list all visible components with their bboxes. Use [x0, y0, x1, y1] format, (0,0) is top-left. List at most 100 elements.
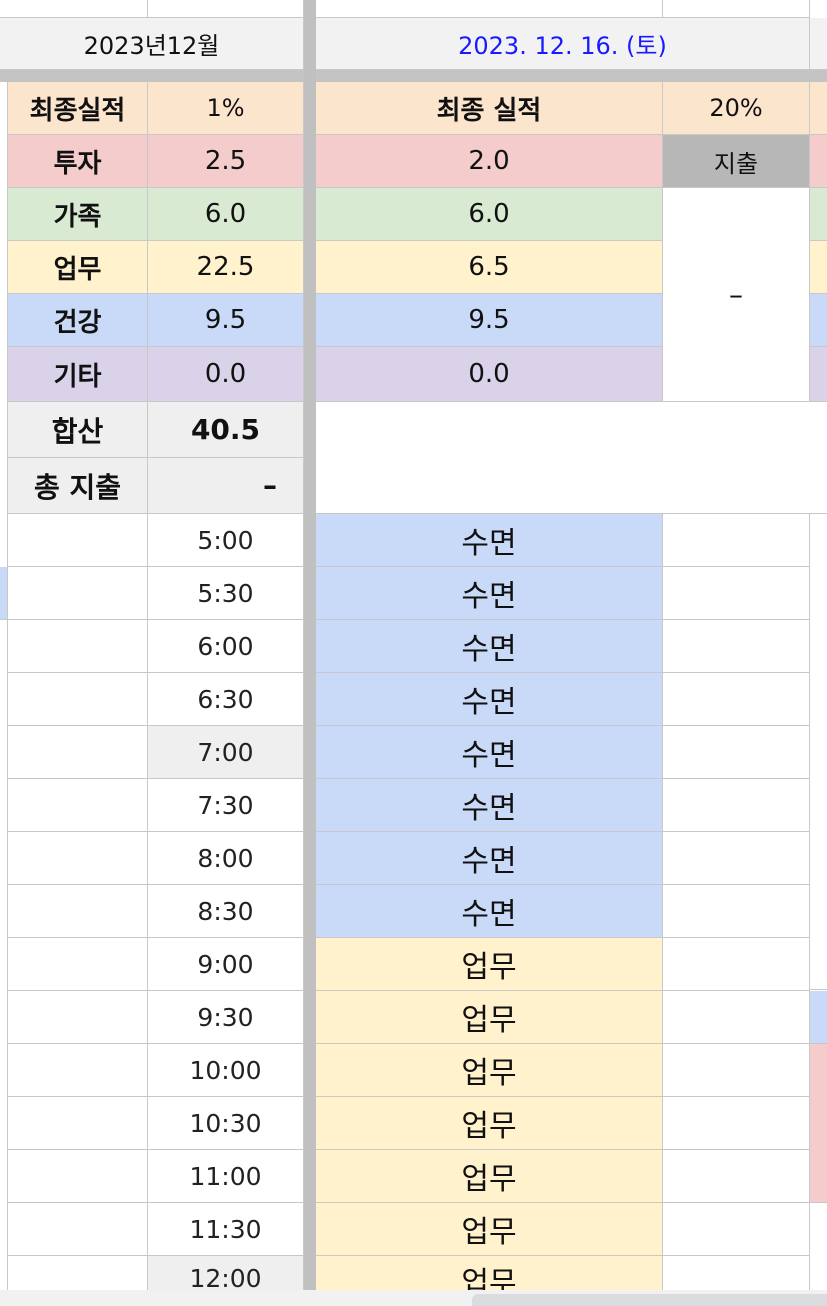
category-investment-label[interactable]: 투자	[8, 135, 148, 188]
activity-cell[interactable]: 수면	[316, 567, 663, 620]
spend-cell[interactable]	[663, 673, 810, 726]
activity-cell[interactable]: 수면	[316, 779, 663, 832]
month-header[interactable]: 2023년12월	[0, 18, 304, 70]
activity-cell[interactable]: 수면	[316, 885, 663, 938]
next-column-cell-blue[interactable]	[810, 991, 827, 1044]
horizontal-scrollbar-thumb[interactable]	[472, 1294, 827, 1306]
category-health-total[interactable]: 9.5	[148, 294, 304, 347]
next-investment-cell[interactable]	[810, 135, 827, 188]
cell-top-d[interactable]	[663, 0, 810, 18]
time-slot[interactable]: 9:00	[148, 938, 304, 991]
spend-cell[interactable]	[663, 1150, 810, 1203]
row-empty-cell[interactable]	[8, 991, 148, 1044]
activity-cell[interactable]: 수면	[316, 832, 663, 885]
spend-cell[interactable]	[663, 1097, 810, 1150]
time-slot[interactable]: 6:00	[148, 620, 304, 673]
next-column-cell-red[interactable]	[810, 1044, 827, 1203]
category-other-label[interactable]: 기타	[8, 347, 148, 402]
row-empty-cell[interactable]	[8, 567, 148, 620]
time-slot[interactable]: 5:00	[148, 514, 304, 567]
final-value[interactable]: 1%	[148, 82, 304, 135]
activity-cell[interactable]: 수면	[316, 673, 663, 726]
time-slot[interactable]: 9:30	[148, 991, 304, 1044]
time-slot[interactable]: 11:00	[148, 1150, 304, 1203]
time-slot[interactable]: 8:30	[148, 885, 304, 938]
category-investment-total[interactable]: 2.5	[148, 135, 304, 188]
spend-cell[interactable]	[663, 1044, 810, 1097]
activity-cell[interactable]: 업무	[316, 938, 663, 991]
row-empty-cell[interactable]	[8, 1150, 148, 1203]
row-empty-cell[interactable]	[8, 938, 148, 991]
time-slot[interactable]: 8:00	[148, 832, 304, 885]
activity-cell[interactable]: 업무	[316, 991, 663, 1044]
row-empty-cell[interactable]	[8, 726, 148, 779]
next-family-cell[interactable]	[810, 188, 827, 241]
time-slot[interactable]: 11:30	[148, 1203, 304, 1256]
spend-label[interactable]: 지출	[663, 135, 810, 188]
cell-top-b[interactable]	[148, 0, 304, 18]
empty-merged-area[interactable]	[316, 402, 827, 514]
day-other-value[interactable]: 0.0	[316, 347, 663, 402]
day-work-value[interactable]: 6.5	[316, 241, 663, 294]
category-health-label[interactable]: 건강	[8, 294, 148, 347]
previous-column-sliver[interactable]	[0, 82, 8, 1306]
activity-cell[interactable]: 수면	[316, 514, 663, 567]
spend-cell[interactable]	[663, 514, 810, 567]
spend-cell[interactable]	[663, 726, 810, 779]
activity-cell[interactable]: 업무	[316, 1150, 663, 1203]
category-family-label[interactable]: 가족	[8, 188, 148, 241]
spend-cell[interactable]	[663, 832, 810, 885]
frozen-column-divider[interactable]	[304, 0, 316, 1306]
total-label[interactable]: 합산	[8, 402, 148, 458]
row-empty-cell[interactable]	[8, 1044, 148, 1097]
row-empty-cell[interactable]	[8, 779, 148, 832]
row-empty-cell[interactable]	[8, 1097, 148, 1150]
cell-top-a[interactable]	[0, 0, 148, 18]
next-final-cell[interactable]	[810, 82, 827, 135]
cell-top-c[interactable]	[316, 0, 663, 18]
total-spend-value[interactable]: –	[148, 458, 304, 514]
next-date-header[interactable]	[810, 18, 827, 70]
row-empty-cell[interactable]	[8, 673, 148, 726]
next-other-cell[interactable]	[810, 347, 827, 402]
next-health-cell[interactable]	[810, 294, 827, 347]
next-column-cells[interactable]	[810, 514, 827, 990]
frozen-row-divider[interactable]	[0, 70, 827, 82]
previous-column-cell-blue[interactable]	[0, 567, 8, 620]
day-family-value[interactable]: 6.0	[316, 188, 663, 241]
time-slot[interactable]: 6:30	[148, 673, 304, 726]
activity-cell[interactable]: 업무	[316, 1203, 663, 1256]
spend-cell[interactable]	[663, 885, 810, 938]
total-spend-label[interactable]: 총 지출	[8, 458, 148, 514]
activity-cell[interactable]: 업무	[316, 1044, 663, 1097]
spend-cell[interactable]	[663, 779, 810, 832]
spend-cell[interactable]	[663, 620, 810, 673]
day-spend-value[interactable]: –	[663, 188, 810, 402]
activity-cell[interactable]: 수면	[316, 726, 663, 779]
activity-cell[interactable]: 수면	[316, 620, 663, 673]
time-slot[interactable]: 7:30	[148, 779, 304, 832]
spend-cell[interactable]	[663, 1203, 810, 1256]
row-empty-cell[interactable]	[8, 620, 148, 673]
spend-cell[interactable]	[663, 991, 810, 1044]
activity-cell[interactable]: 업무	[316, 1097, 663, 1150]
category-other-total[interactable]: 0.0	[148, 347, 304, 402]
category-work-label[interactable]: 업무	[8, 241, 148, 294]
spend-cell[interactable]	[663, 567, 810, 620]
time-slot[interactable]: 10:30	[148, 1097, 304, 1150]
row-empty-cell[interactable]	[8, 832, 148, 885]
time-slot[interactable]: 5:30	[148, 567, 304, 620]
day-investment-value[interactable]: 2.0	[316, 135, 663, 188]
time-slot[interactable]: 7:00	[148, 726, 304, 779]
category-work-total[interactable]: 22.5	[148, 241, 304, 294]
date-header[interactable]: 2023. 12. 16. (토)	[316, 18, 810, 70]
time-slot[interactable]: 10:00	[148, 1044, 304, 1097]
day-health-value[interactable]: 9.5	[316, 294, 663, 347]
next-work-cell[interactable]	[810, 241, 827, 294]
day-final-label[interactable]: 최종 실적	[316, 82, 663, 135]
row-empty-cell[interactable]	[8, 1203, 148, 1256]
category-family-total[interactable]: 6.0	[148, 188, 304, 241]
total-value[interactable]: 40.5	[148, 402, 304, 458]
row-empty-cell[interactable]	[8, 885, 148, 938]
row-empty-cell[interactable]	[8, 514, 148, 567]
